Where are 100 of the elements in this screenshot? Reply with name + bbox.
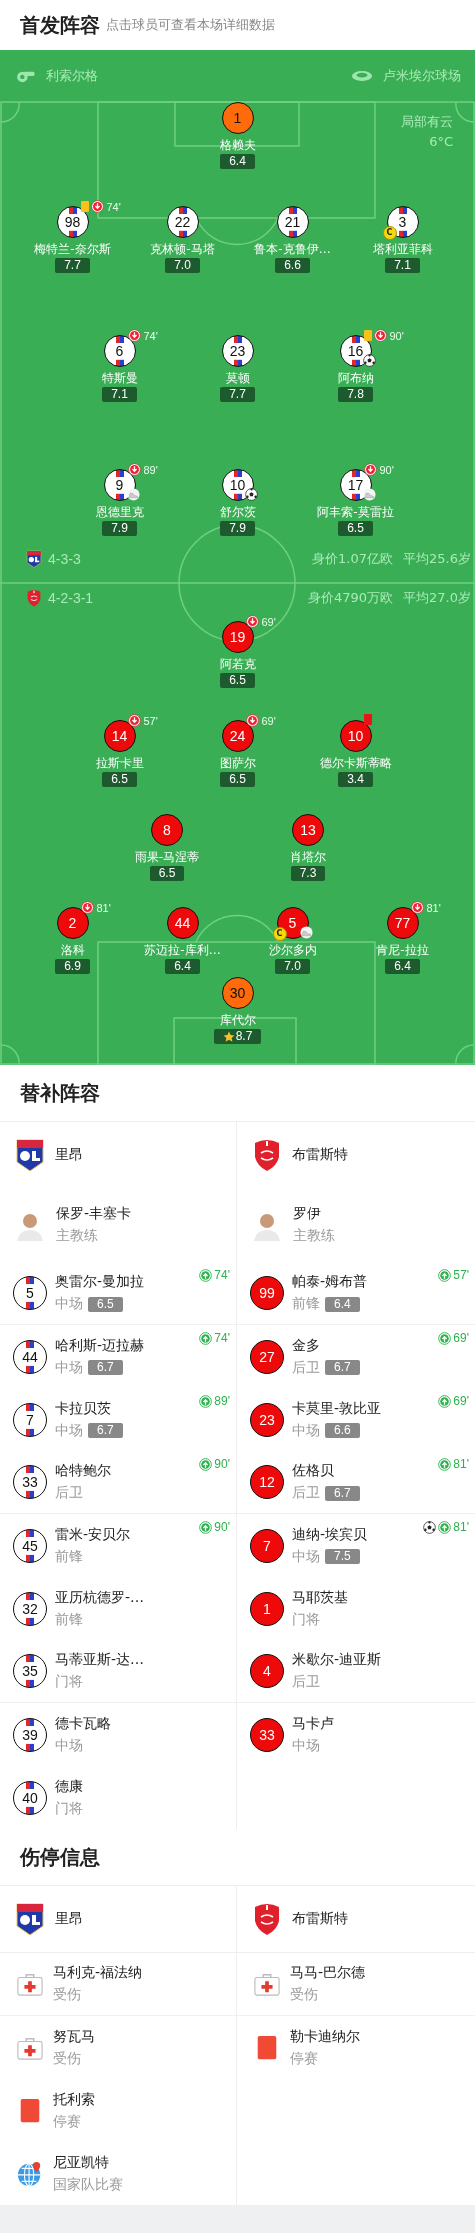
player-position: 中场 [292,1421,320,1440]
player-name[interactable]: 马卡卢 [292,1714,334,1733]
substitution-minute: 90' [214,1520,230,1534]
player-rating: 7.1 [385,258,420,273]
jersey-number: 30 [221,977,254,1009]
player-rating: 7.9 [220,521,255,536]
player-rating: 8.7 [213,1029,262,1044]
player-rating: 3.4 [338,772,373,787]
player-name[interactable]: 马蒂亚斯-达… [55,1651,145,1669]
player-rating: 6.5 [220,772,255,787]
player-name[interactable]: 帕泰-姆布普 [292,1273,368,1291]
player-position: 门将 [292,1610,320,1629]
team-name: 布雷斯特 [292,1146,348,1164]
player-name[interactable]: 米歇尔-迪亚斯 [292,1651,382,1669]
player-name[interactable]: 亚历杭德罗-… [55,1588,145,1607]
lyon-crest-icon [26,550,42,568]
jersey-number: 21 [276,206,309,238]
stadium-name: 卢米埃尔球场 [383,67,461,85]
formation: 4-3-3 [48,551,81,567]
player-name[interactable]: 佐格贝 [292,1462,360,1480]
player-name[interactable]: 马利克-福法纳 [53,1964,143,1982]
section-title: 首发阵容 [20,11,100,39]
substitution-minute: 74' [143,329,158,342]
player-rating: 7.1 [102,387,137,402]
player-name[interactable]: 奥雷尔-曼加拉 [55,1273,145,1291]
jersey-number: 99 [250,1276,284,1310]
substitution-minute: 90' [214,1457,230,1471]
coach-name[interactable]: 保罗-丰塞卡 [56,1205,132,1223]
absence-reason: 停赛 [290,2049,319,2068]
player-name[interactable]: 哈利斯-迈拉赫 [55,1336,145,1355]
lyon-crest-icon [15,1138,45,1172]
substitution-minute: 81' [453,1457,469,1471]
jersey-number: 9 [103,469,136,501]
coach-role: 主教练 [56,1227,99,1245]
absence-reason: 受伤 [290,1986,319,2004]
player-rating: 6.5 [220,673,255,688]
player-rating: 6.5 [338,521,373,536]
jersey-number: 13 [292,814,324,846]
player-position: 中场 [55,1295,83,1313]
substitution-minute: 69' [453,1331,469,1345]
player-name[interactable]: 尼亚凯特 [53,2153,123,2172]
player-name[interactable]: 德卡瓦略 [55,1714,111,1733]
jersey-number: 19 [221,621,254,653]
player-position: 前锋 [292,1295,320,1313]
player-rating: 6.7 [88,1360,123,1375]
jersey-number: 22 [166,206,199,238]
player-name[interactable]: 努瓦马 [53,2027,95,2046]
player-name[interactable]: 哈特鲍尔 [55,1462,111,1480]
player-rating: 7.3 [290,866,326,881]
section-title: 替补阵容 [20,1079,100,1107]
jersey-number: 44 [166,907,199,939]
player-name[interactable]: 德康 [55,1777,83,1796]
player-rating: 7.0 [165,258,200,273]
player-name[interactable]: 马马-巴尔德 [290,1964,366,1982]
jersey-number: 27 [250,1339,284,1374]
jersey-number: 6 [103,335,136,367]
jersey-number: 40 [13,1780,47,1815]
jersey-number: 32 [13,1591,47,1626]
player-rating: 6.6 [325,1423,360,1438]
player-rating: 7.9 [102,521,137,536]
player-rating: 6.7 [325,1360,360,1375]
formation: 4-2-3-1 [48,590,94,606]
jersey-number: 23 [250,1402,284,1437]
jersey-number: 7 [13,1402,47,1437]
jersey-number: 12 [250,1465,284,1499]
jersey-number: 39 [13,1717,47,1752]
jersey-number: 44 [13,1339,47,1374]
team-name: 里昂 [55,1146,83,1164]
player-rating: 7.5 [325,1549,360,1564]
jersey-number: 5 [13,1276,47,1310]
player-rating: 6.4 [385,959,420,974]
player-name[interactable]: 卡莫里-敦比亚 [292,1399,382,1418]
player-name[interactable]: 马耶茨基 [292,1588,348,1607]
substitution-minute: 74' [106,200,121,213]
jersey-number: 10 [339,720,372,752]
player-name[interactable]: 托利索 [53,2090,95,2109]
substitution-minute: 89' [214,1394,230,1408]
player-position: 中场 [55,1736,83,1755]
substitution-minute: 90' [379,463,394,476]
player-rating: 6.4 [165,959,200,974]
absence-reason: 受伤 [53,2049,82,2068]
brest-crest-icon [252,1138,282,1172]
player-rating: 6.7 [325,1485,360,1501]
substitution-minute: 69' [453,1394,469,1408]
team-average-age: 平均27.0岁 [403,589,471,607]
jersey-number: 17 [339,469,372,501]
player-position: 门将 [55,1673,83,1691]
player-rating: 7.7 [220,387,255,402]
section-title: 伤停信息 [20,1843,100,1871]
referee-name: 利索尔格 [46,67,98,85]
jersey-number: 8 [151,814,183,846]
coach-name[interactable]: 罗伊 [293,1205,335,1223]
jersey-number: 33 [250,1717,284,1752]
team-average-age: 平均25.6岁 [403,550,471,568]
player-name[interactable]: 雷米-安贝尔 [55,1525,131,1544]
player-position: 中场 [55,1421,83,1440]
player-name[interactable]: 迪纳-埃宾贝 [292,1525,368,1544]
player-name[interactable]: 卡拉贝茨 [55,1399,123,1418]
player-name[interactable]: 金多 [292,1336,360,1355]
player-name[interactable]: 勒卡迪纳尔 [290,2027,360,2046]
